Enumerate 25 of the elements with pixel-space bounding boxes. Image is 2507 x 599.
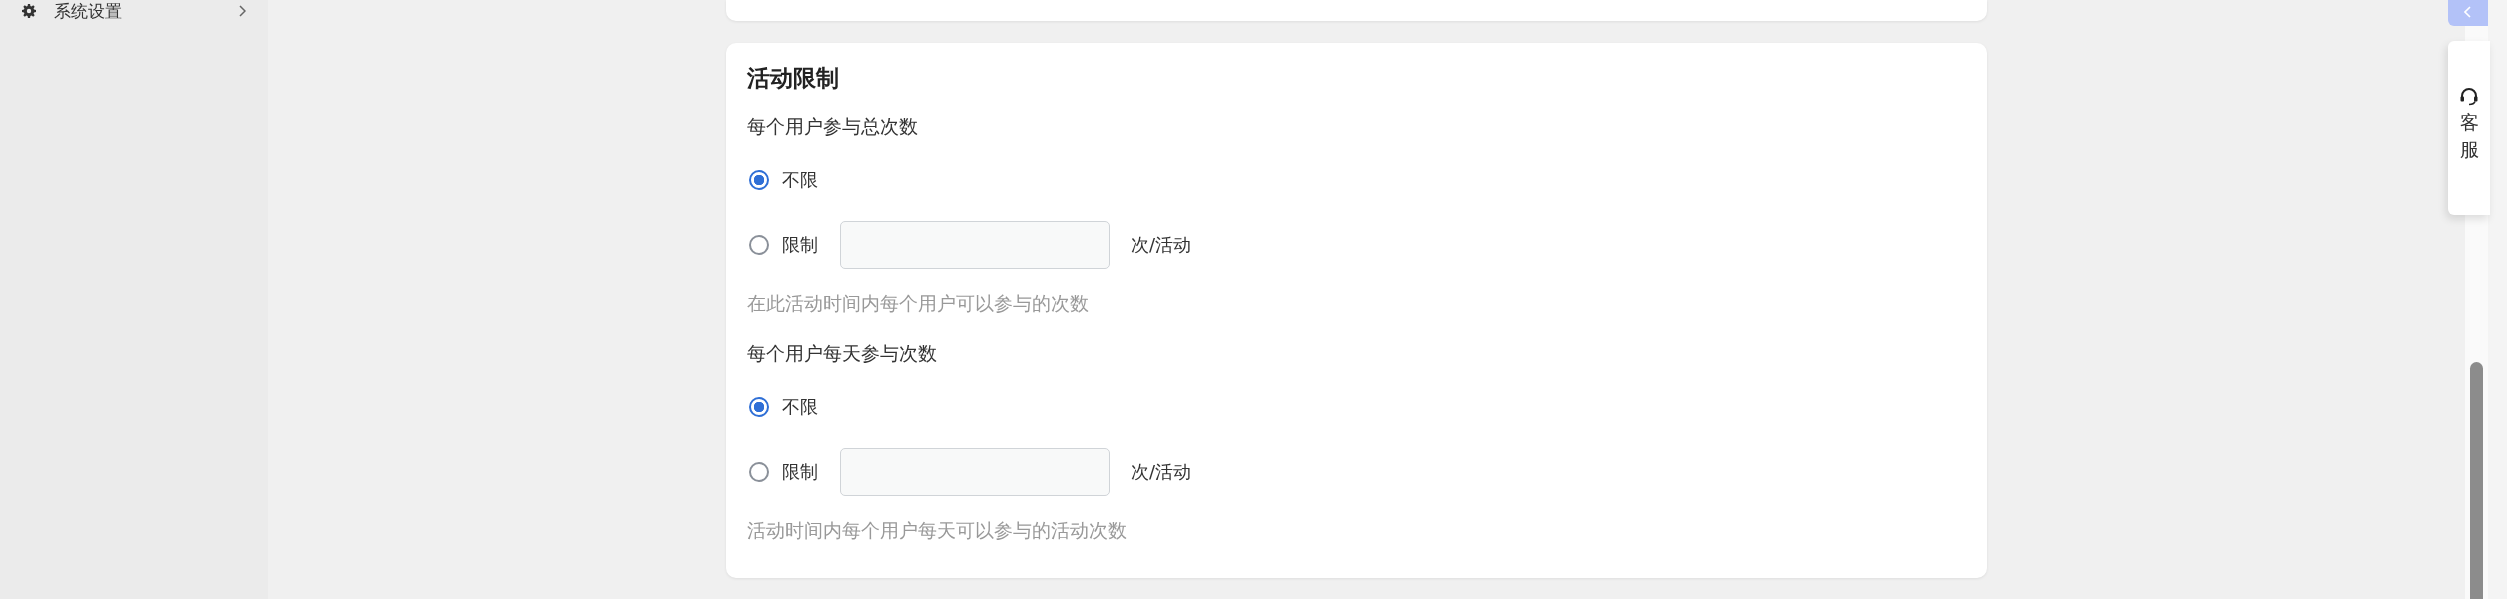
scrollbar-thumb[interactable] — [2470, 362, 2483, 599]
hint-text: 在此活动时间内每个用户可以参与的次数 — [747, 291, 1090, 316]
radio-label[interactable]: 限制 — [782, 233, 818, 257]
radio-button[interactable] — [749, 462, 769, 482]
sidebar-item[interactable]: 系统设置 — [54, 0, 122, 23]
service-label: 客服 — [2459, 110, 2479, 162]
customer-service-panel[interactable]: 客服 — [2448, 41, 2490, 215]
input-field[interactable] — [840, 448, 1110, 496]
radio-label[interactable]: 限制 — [782, 460, 818, 484]
field-label: 每个用户参与总次数 — [747, 114, 919, 139]
unit-label: 次/活动 — [1131, 460, 1192, 484]
unit-label: 次/活动 — [1131, 233, 1192, 257]
chevron-right-icon — [238, 5, 246, 17]
radio-label[interactable]: 不限 — [782, 168, 818, 192]
headset-icon — [2459, 87, 2479, 107]
radio-button[interactable] — [749, 397, 769, 417]
radio-button[interactable] — [749, 170, 769, 190]
chevron-left-icon — [2464, 6, 2472, 18]
radio-label[interactable]: 不限 — [782, 395, 818, 419]
radio-button[interactable] — [749, 235, 769, 255]
section-title: 活动限制 — [747, 64, 840, 93]
field-label: 每个用户每天参与次数 — [747, 341, 938, 366]
hint-text: 活动时间内每个用户每天可以参与的活动次数 — [747, 518, 1128, 543]
gear-icon — [22, 4, 36, 18]
input-field[interactable] — [840, 221, 1110, 269]
